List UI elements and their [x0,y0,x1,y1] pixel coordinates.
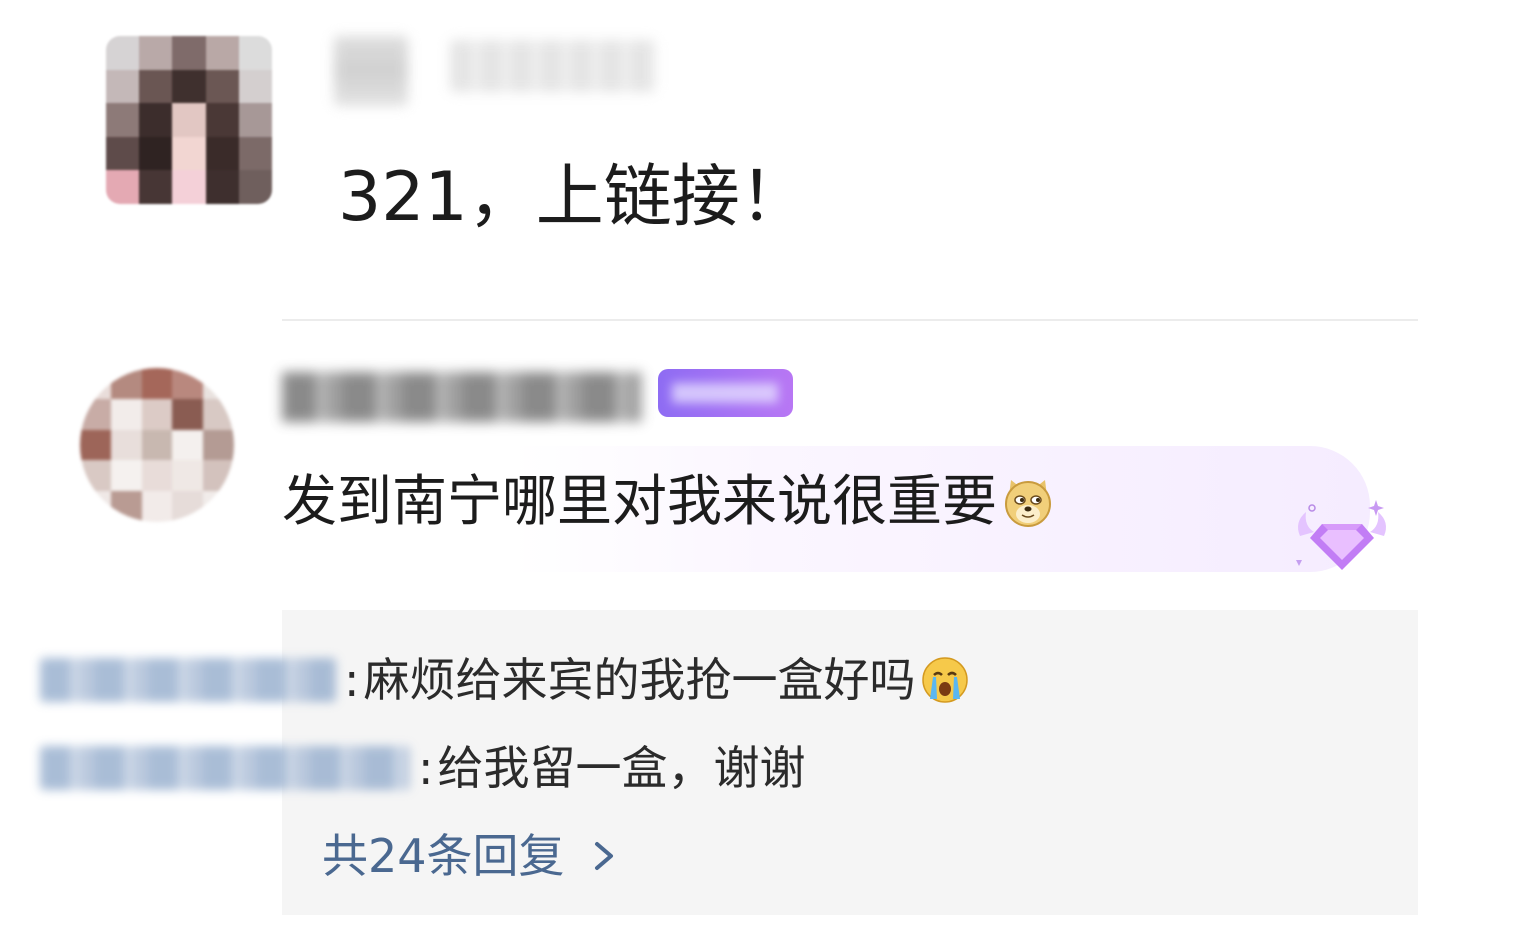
post-author-name[interactable] [334,36,408,106]
reply-text: 麻烦给来宾的我抢一盒好吗 [363,653,916,707]
view-all-replies-label: 共24条回复 [322,829,565,883]
view-all-replies-link[interactable]: 共24条回复 [322,826,619,886]
gem-badge-icon [1296,500,1386,570]
reply-text: 给我留一盒，谢谢 [437,741,806,795]
post-author-avatar[interactable] [106,36,272,204]
comment-text: 发到南宁哪里对我来说很重要 [282,469,998,533]
comment-author-name[interactable] [282,372,642,422]
reply-item[interactable]: : 给我留一盒，谢谢 [40,738,806,798]
post-timestamp [450,40,656,92]
crying-face-icon [921,657,968,703]
reply-item[interactable]: : 麻烦给来宾的我抢一盒好吗 [40,650,970,710]
chevron-right-icon [594,842,613,870]
divider [282,319,1418,321]
vip-badge-label [672,383,778,403]
doge-emoji-icon [1005,480,1052,527]
comment-content: 发到南宁哪里对我来说很重要 [282,466,1055,536]
reply-author-name[interactable] [40,746,410,790]
post-content: 321，上链接！ [338,158,808,237]
vip-badge[interactable] [658,369,793,417]
reply-author-name[interactable] [40,658,336,702]
reply-separator: : [418,741,434,795]
reply-separator: : [344,653,360,707]
comment-author-avatar[interactable] [80,368,234,522]
comment-thread: 321，上链接！ 发到南宁哪里对我来说很重要: 麻烦给来宾的我抢一盒好吗: … [0,0,1538,936]
